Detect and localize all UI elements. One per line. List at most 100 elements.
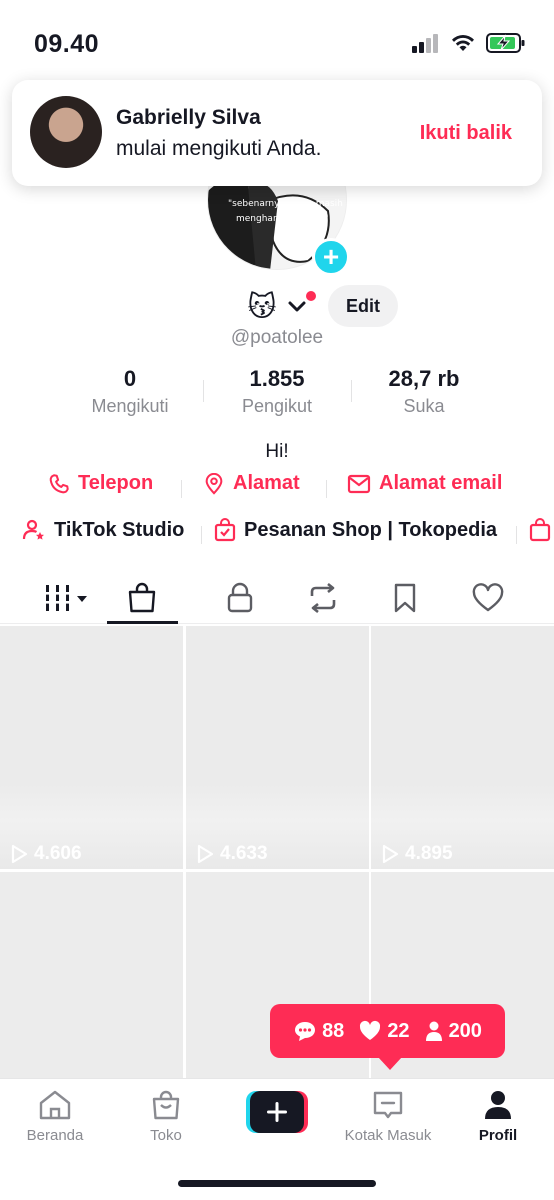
profile-emoji: 😽 <box>247 290 277 322</box>
create-plus-icon <box>246 1091 308 1133</box>
comments-count: 88 <box>293 1020 344 1043</box>
nav-inbox[interactable]: Kotak Masuk <box>333 1089 443 1144</box>
video-thumbnail[interactable] <box>0 872 183 1078</box>
address-link[interactable]: Alamat <box>203 472 300 495</box>
view-count: 4.895 <box>381 843 453 865</box>
heart-icon <box>360 1020 381 1040</box>
grid-bars-icon <box>43 585 87 611</box>
status-bar: 09.40 <box>0 0 554 88</box>
address-link-label: Alamat <box>233 472 300 494</box>
nav-profile[interactable]: Profil <box>443 1089 553 1144</box>
bookmark-icon <box>394 583 416 613</box>
video-thumbnail[interactable]: 4.895 <box>371 626 554 869</box>
shop-orders-label: Pesanan Shop | Tokopedia <box>244 518 498 541</box>
create-button[interactable] <box>246 1091 308 1133</box>
nav-inbox-label: Kotak Masuk <box>344 1127 432 1144</box>
activity-bubble[interactable]: 88 22 200 <box>270 1004 505 1070</box>
view-count: 4.606 <box>10 843 82 865</box>
tab-favorites[interactable] <box>370 578 440 618</box>
phone-icon <box>49 473 69 493</box>
phone-link-label: Telepon <box>78 472 154 494</box>
notification-dot <box>306 291 316 301</box>
link-divider <box>326 480 327 498</box>
add-avatar-button[interactable]: + <box>312 238 350 276</box>
comments-value: 88 <box>322 1019 345 1042</box>
nav-home[interactable]: Beranda <box>0 1089 110 1144</box>
stat-label: Suka <box>403 396 445 416</box>
stat-value: 0 <box>123 366 137 391</box>
avatar-caption-2: mengharap kan mu" <box>236 214 328 224</box>
tool-divider <box>516 526 517 544</box>
repost-icon <box>310 582 336 614</box>
more-tools-link[interactable] <box>529 518 551 542</box>
tab-liked[interactable] <box>453 578 523 618</box>
follow-notification[interactable]: Gabrielly Silva mulai mengikuti Anda. Ik… <box>12 80 542 186</box>
nav-profile-label: Profil <box>478 1127 518 1144</box>
status-icons <box>412 32 526 54</box>
likes-value: 22 <box>387 1019 410 1042</box>
view-count-value: 4.895 <box>405 843 453 864</box>
view-count-value: 4.633 <box>220 843 268 864</box>
stat-likes[interactable]: 28,7 rb Suka <box>349 366 499 417</box>
tool-divider <box>201 526 202 544</box>
person-star-icon <box>22 519 44 540</box>
shopping-bag-icon <box>128 582 156 613</box>
link-divider <box>181 480 182 498</box>
follow-back-button[interactable]: Ikuti balik <box>420 122 512 145</box>
wifi-icon <box>452 34 474 51</box>
lock-icon <box>227 582 253 613</box>
phone-link[interactable]: Telepon <box>48 472 153 495</box>
video-thumbnail[interactable]: 4.606 <box>0 626 183 869</box>
stat-label: Mengikuti <box>91 396 169 416</box>
tab-videos[interactable] <box>33 578 103 618</box>
tiktok-studio-link[interactable]: TikTok Studio <box>22 518 184 542</box>
heart-icon <box>472 583 504 612</box>
followers-value: 200 <box>448 1019 482 1042</box>
comment-icon <box>295 1022 316 1041</box>
view-count: 4.633 <box>196 843 268 865</box>
likes-count: 22 <box>358 1019 410 1043</box>
avatar-caption: "sebenarnya diriku masih <box>228 199 343 209</box>
nav-shop[interactable]: Toko <box>111 1089 221 1144</box>
video-thumbnail[interactable]: 4.633 <box>186 626 369 869</box>
notification-message: mulai mengikuti Anda. <box>116 137 322 160</box>
stat-following[interactable]: 0 Mengikuti <box>55 366 205 417</box>
profile-bio: Hi! <box>265 441 289 462</box>
account-switch-chevron-icon[interactable] <box>286 291 316 317</box>
shop-orders-link[interactable]: Pesanan Shop | Tokopedia <box>214 518 497 542</box>
profile-icon <box>485 1091 511 1119</box>
nav-home-label: Beranda <box>26 1127 84 1144</box>
tab-shop[interactable] <box>107 578 177 618</box>
email-link[interactable]: Alamat email <box>347 472 502 495</box>
play-icon <box>11 844 28 864</box>
person-icon <box>425 1021 442 1041</box>
stat-value: 1.855 <box>249 366 305 391</box>
shopping-bag-check-icon <box>214 518 236 542</box>
notification-avatar <box>30 96 102 168</box>
signal-icon <box>412 34 438 53</box>
contact-links: Telepon Alamat Alamat email <box>0 472 554 506</box>
view-count-value: 4.606 <box>34 843 82 864</box>
active-tab-indicator <box>107 621 178 624</box>
tiktok-studio-label: TikTok Studio <box>54 518 185 541</box>
nav-shop-label: Toko <box>150 1127 182 1144</box>
play-icon <box>382 844 399 864</box>
shop-bag-icon <box>152 1090 180 1120</box>
battery-charging-icon <box>486 33 525 53</box>
creator-tools: TikTok Studio Pesanan Shop | Tokopedia <box>0 518 554 552</box>
stat-value: 28,7 rb <box>388 366 460 391</box>
notification-name: Gabrielly Silva <box>116 106 261 129</box>
followers-count: 200 <box>424 1020 482 1043</box>
tab-reposts[interactable] <box>288 578 358 618</box>
inbox-icon <box>373 1091 403 1119</box>
edit-profile-button[interactable]: Edit <box>328 285 398 327</box>
shopping-bag-icon <box>529 518 551 542</box>
stat-label: Pengikut <box>241 396 313 416</box>
home-indicator <box>178 1180 376 1187</box>
tab-private[interactable] <box>205 578 275 618</box>
username: @poatolee <box>230 327 324 348</box>
play-icon <box>197 844 214 864</box>
stat-followers[interactable]: 1.855 Pengikut <box>202 366 352 417</box>
profile-stats: 0 Mengikuti 1.855 Pengikut 28,7 rb Suka <box>0 366 554 422</box>
location-pin-icon <box>205 472 223 495</box>
